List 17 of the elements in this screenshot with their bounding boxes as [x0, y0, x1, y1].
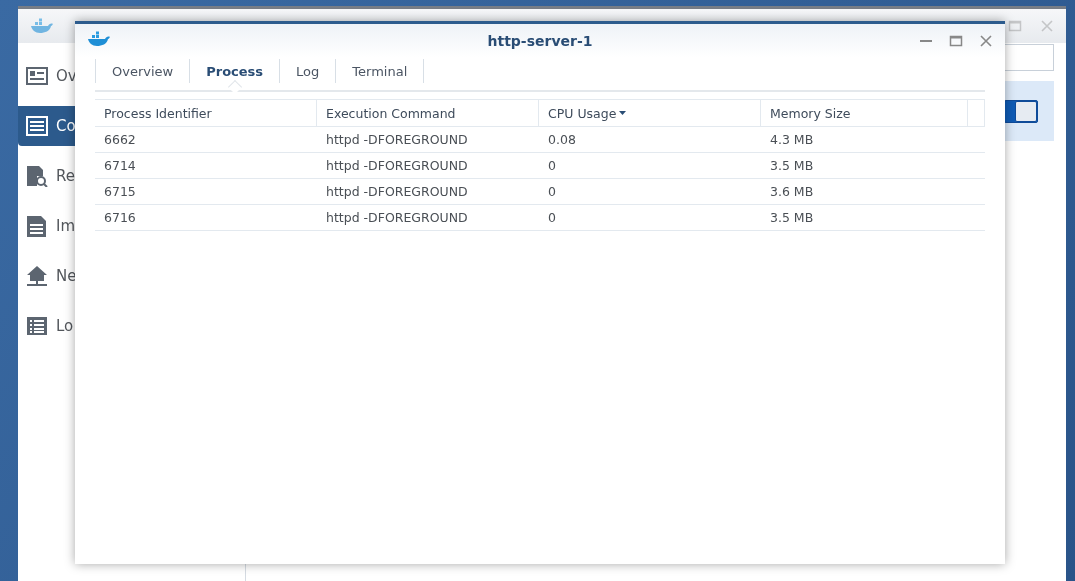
table-cell-text: 0: [547, 209, 557, 227]
table-cell-text: 3.5 MB: [769, 209, 815, 227]
table-cell-text: httpd -DFOREGROUND: [325, 157, 469, 175]
table-cell-text: 3.6 MB: [769, 183, 815, 201]
table-cell-text: 3.5 MB: [769, 157, 815, 175]
table-cell-text: httpd -DFOREGROUND: [325, 209, 469, 227]
table-cell-text: 6714: [103, 157, 137, 175]
table-cell-text: httpd -DFOREGROUND: [325, 131, 469, 149]
table-cell-text: 4.3 MB: [769, 131, 815, 149]
table-cell-text: 0.08: [547, 131, 577, 149]
window-title: http-server-1: [487, 32, 593, 49]
table-cell-text: 0: [547, 157, 557, 175]
table-cell-text: 6715: [103, 183, 137, 201]
table-cell-text: 6716: [103, 209, 137, 227]
table-cell-text: httpd -DFOREGROUND: [325, 183, 469, 201]
table-cell-text: 6662: [103, 131, 137, 149]
table-cell-text: 0: [547, 183, 557, 201]
